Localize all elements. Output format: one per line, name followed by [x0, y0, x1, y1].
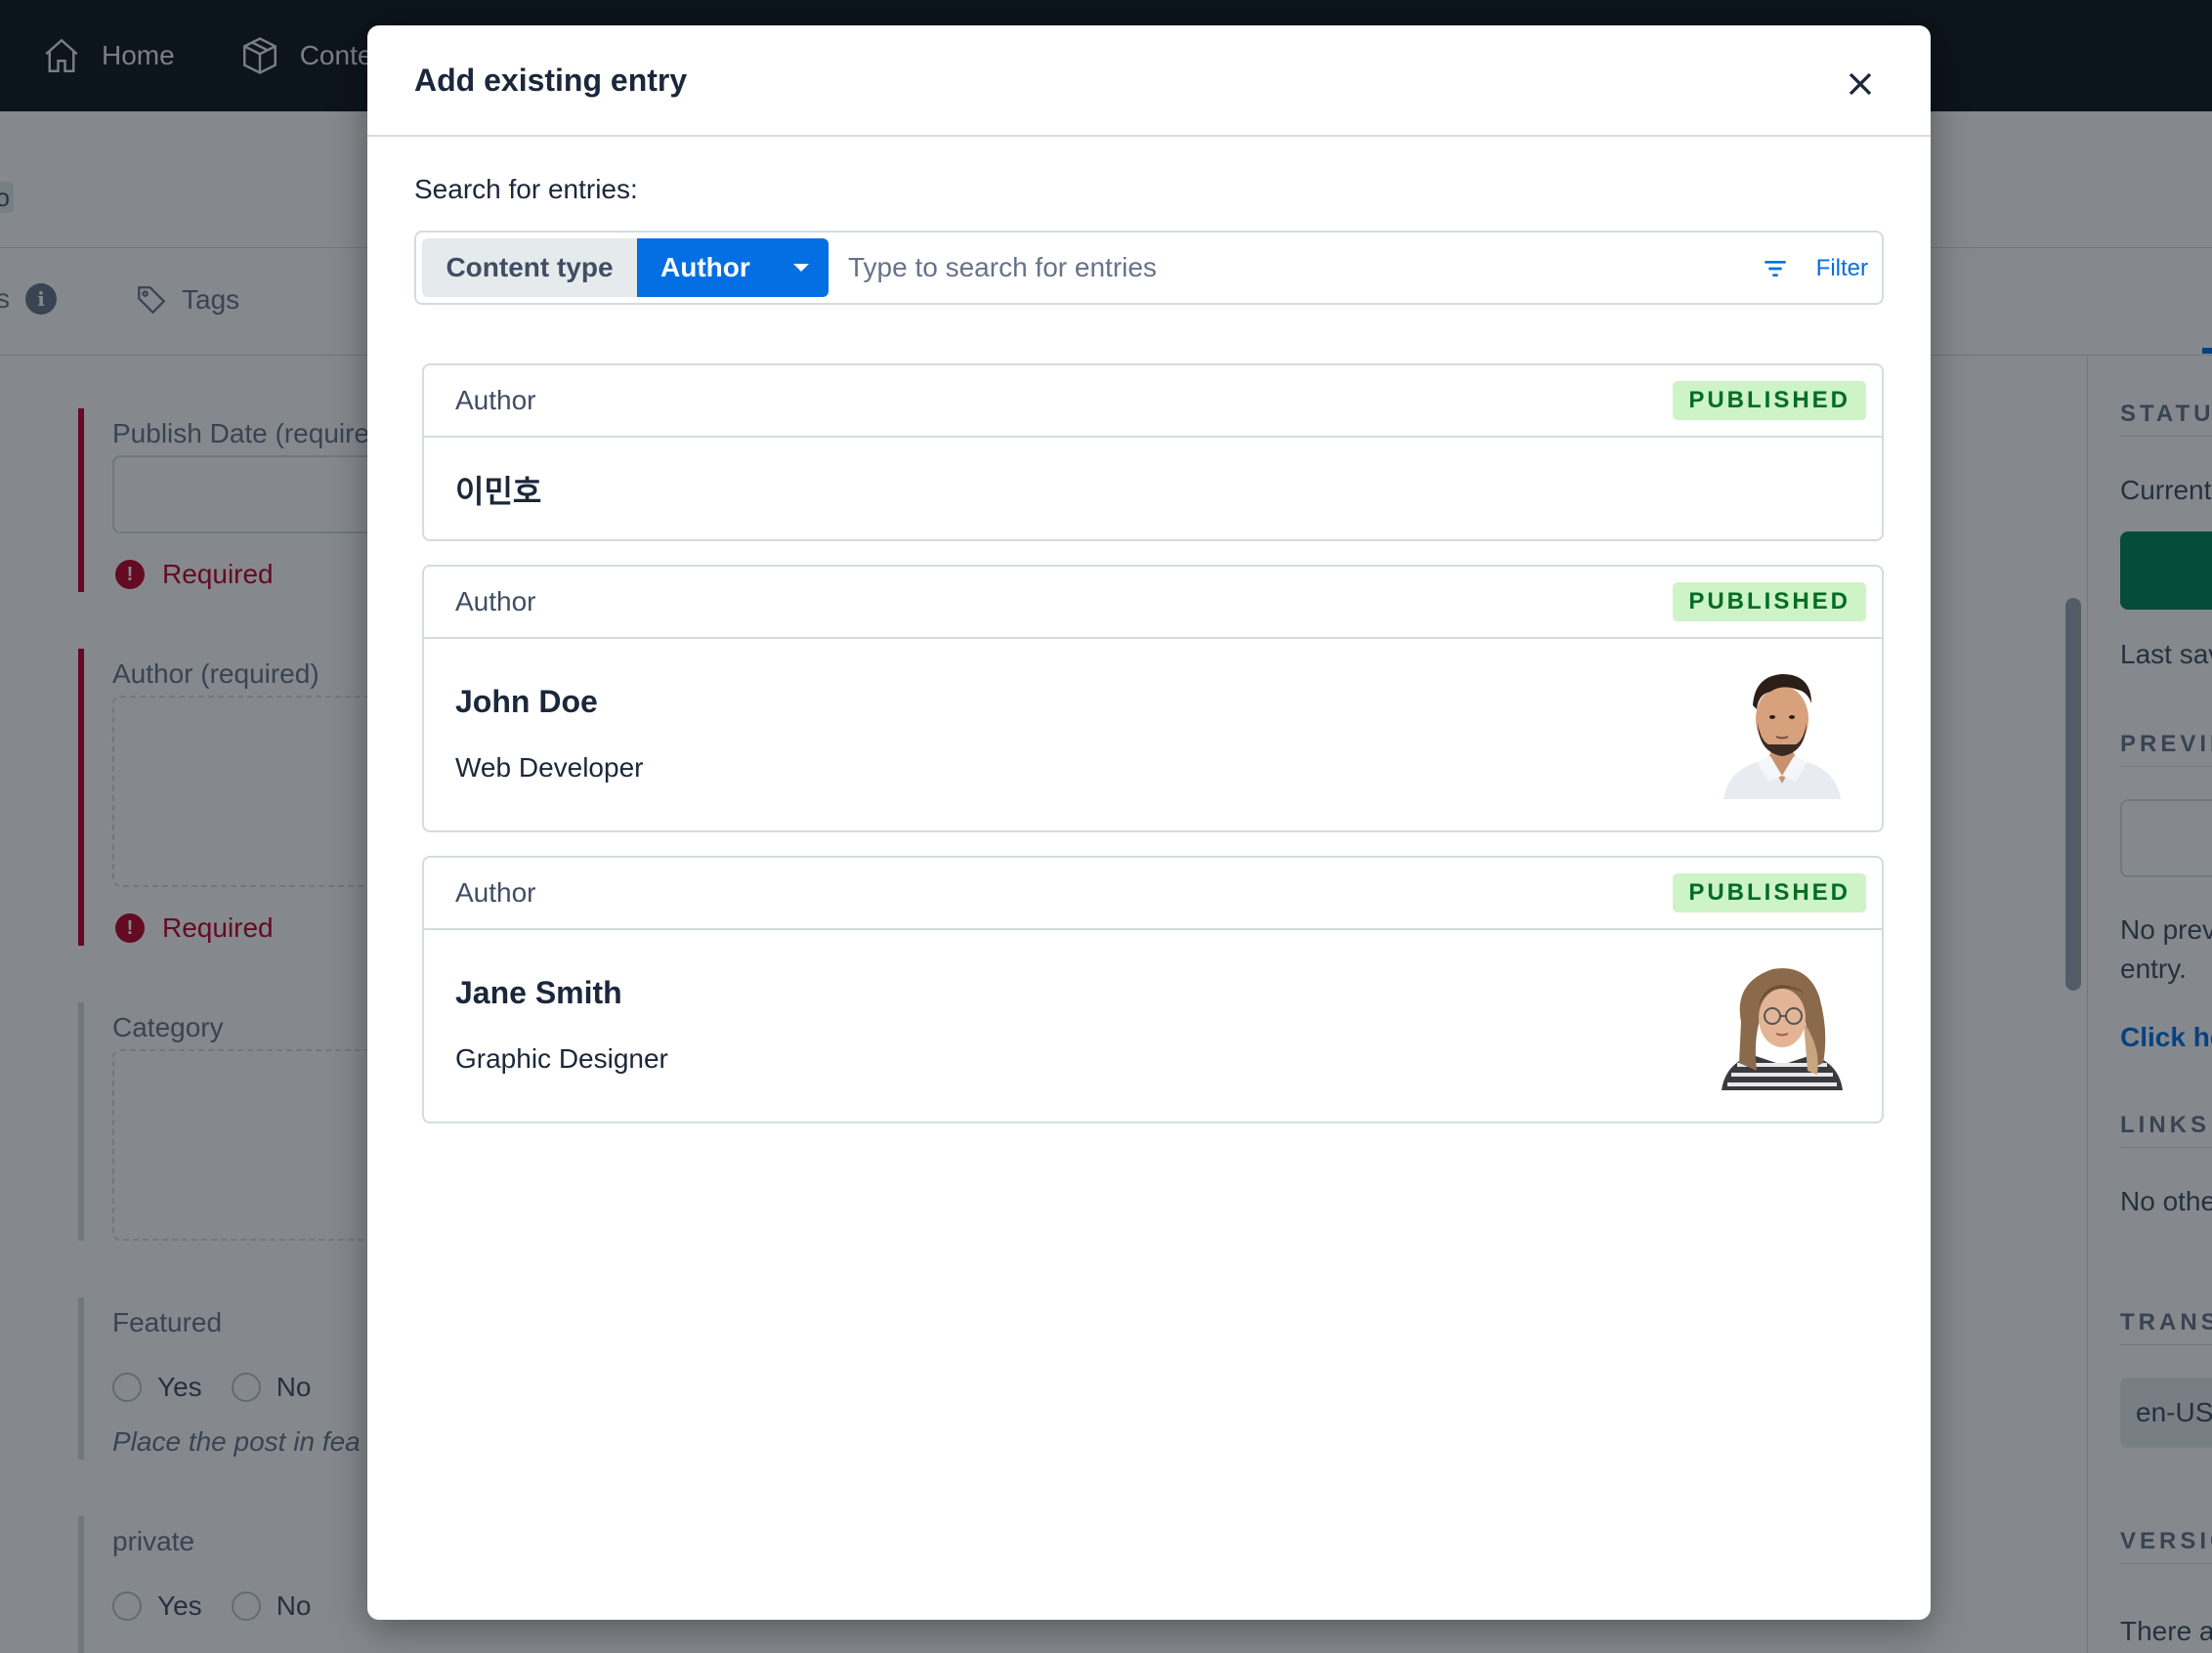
man-portrait-thumbnail	[1714, 662, 1850, 799]
search-input[interactable]	[848, 238, 1708, 297]
content-type-select[interactable]: Author	[637, 238, 829, 297]
entry-card[interactable]: Author PUBLISHED John Doe Web Developer	[422, 565, 1884, 832]
dialog-header: Add existing entry	[367, 25, 1931, 137]
entry-content-type: Author	[455, 877, 536, 908]
status-badge: PUBLISHED	[1673, 873, 1866, 912]
entry-title: John Doe	[455, 684, 598, 719]
entry-card-header: Author PUBLISHED	[424, 858, 1882, 930]
entry-title: 이민호	[455, 474, 542, 509]
filter-icon	[1764, 261, 1786, 276]
content-type-label: Content type	[422, 238, 637, 297]
close-button[interactable]	[1841, 64, 1880, 104]
filter-button[interactable]: Filter	[1760, 246, 1868, 291]
filter-label: Filter	[1815, 255, 1868, 281]
caret-down-icon	[793, 264, 809, 272]
entry-content-type: Author	[455, 586, 536, 616]
entry-title: Jane Smith	[455, 975, 622, 1010]
content-type-value: Author	[660, 252, 750, 282]
dialog-title: Add existing entry	[414, 62, 688, 98]
entry-content-type: Author	[455, 385, 536, 415]
entry-description: Web Developer	[455, 752, 644, 783]
entry-description: Graphic Designer	[455, 1043, 668, 1074]
entry-card-header: Author PUBLISHED	[424, 567, 1882, 639]
add-existing-entry-dialog: Add existing entry Search for entries: C…	[367, 25, 1931, 1620]
search-label: Search for entries:	[414, 174, 638, 204]
entry-card[interactable]: Author PUBLISHED 이민호	[422, 363, 1884, 541]
entry-card[interactable]: Author PUBLISHED Jane Smith Graphic Desi…	[422, 856, 1884, 1123]
woman-portrait-thumbnail	[1714, 954, 1850, 1090]
status-badge: PUBLISHED	[1673, 582, 1866, 621]
status-badge: PUBLISHED	[1673, 381, 1866, 420]
close-icon	[1849, 72, 1872, 96]
entry-search-bar: Content type Author Filter	[414, 231, 1884, 305]
entry-card-header: Author PUBLISHED	[424, 365, 1882, 438]
